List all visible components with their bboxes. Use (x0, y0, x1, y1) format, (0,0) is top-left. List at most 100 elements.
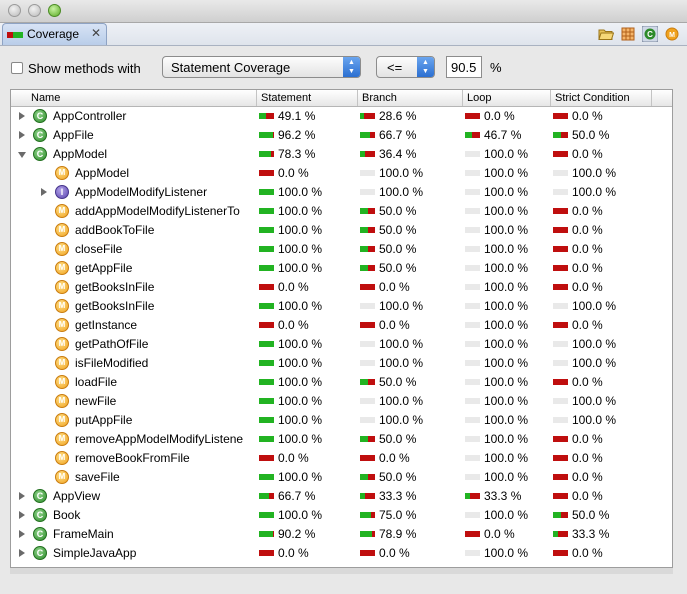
table-row[interactable]: C AppController 49.1 % 28.6 % 0.0 % 0.0 % (11, 107, 672, 126)
table-row[interactable]: MgetAppFile 100.0 % 50.0 % 100.0 % 0.0 % (11, 259, 672, 278)
close-tab-icon[interactable]: ✕ (91, 26, 101, 40)
coverage-bar (259, 455, 274, 461)
coverage-view-tab[interactable]: Coverage ✕ (2, 23, 107, 45)
horizontal-scrollbar[interactable] (10, 568, 673, 574)
metric-select[interactable]: Statement Coverage ▲ ▼ (162, 56, 361, 78)
operator-select[interactable]: <= ▲ ▼ (376, 56, 435, 78)
table-row[interactable]: C AppModel 78.3 % 36.4 % 100.0 % 0.0 % (11, 145, 672, 164)
row-name: getInstance (75, 318, 138, 332)
coverage-bar (553, 493, 568, 499)
coverage-bar (259, 113, 274, 119)
table-row[interactable]: C AppView 66.7 % 33.3 % 33.3 % 0.0 % (11, 487, 672, 506)
threshold-input[interactable]: 90.5 (446, 56, 482, 78)
table-row[interactable]: MloadFile 100.0 % 50.0 % 100.0 % 0.0 % (11, 373, 672, 392)
method-filter-icon[interactable]: M (664, 26, 680, 42)
uncovered-fill (372, 531, 375, 537)
loop-value: 100.0 % (484, 413, 529, 427)
coverage-bar (553, 208, 568, 214)
branch-value: 50.0 % (379, 470, 417, 484)
open-folder-icon[interactable] (598, 26, 614, 42)
expand-triangle-icon[interactable] (19, 131, 25, 139)
show-methods-checkbox[interactable] (11, 62, 23, 74)
table-row[interactable]: C FrameMain 90.2 % 78.9 % 0.0 % 33.3 % (11, 525, 672, 544)
coverage-bar (259, 170, 274, 176)
table-row[interactable]: MremoveAppModelModifyListene 100.0 % 50.0 … (11, 430, 672, 449)
column-header-name[interactable]: Name (11, 90, 257, 106)
table-row[interactable]: C AppFile 96.2 % 66.7 % 46.7 % 50.0 % (11, 126, 672, 145)
uncovered-fill (472, 132, 480, 138)
column-header-branch[interactable]: Branch (358, 90, 463, 106)
strict-condition-value: 100.0 % (572, 166, 617, 180)
statement-value: 90.2 % (278, 527, 316, 541)
statement-cell: 100.0 % (257, 335, 357, 354)
coverage-bar (259, 379, 274, 385)
uncovered-fill (368, 227, 375, 233)
coverage-bar (360, 303, 375, 309)
table-row[interactable]: MsaveFile 100.0 % 50.0 % 100.0 % 0.0 % (11, 468, 672, 487)
covered-fill (259, 493, 269, 499)
statement-value: 100.0 % (278, 356, 323, 370)
table-row[interactable]: MnewFile 100.0 % 100.0 % 100.0 % 100.0 % (11, 392, 672, 411)
coverage-tree-table[interactable]: Name Statement Branch Loop Strict Condit… (10, 89, 673, 568)
column-header-strict-condition[interactable]: Strict Condition (551, 90, 652, 106)
method-icon: M (55, 318, 69, 332)
row-name: saveFile (75, 470, 120, 484)
class-icon: C (33, 109, 47, 123)
table-row[interactable]: MgetBooksInFile 100.0 % 100.0 % 100.0 % 100.… (11, 297, 672, 316)
table-row[interactable]: MputAppFile 100.0 % 100.0 % 100.0 % 100.0 % (11, 411, 672, 430)
uncovered-fill (259, 455, 274, 461)
expand-triangle-icon[interactable] (41, 188, 47, 196)
coverage-bar (465, 227, 480, 233)
table-row[interactable]: C SimpleJavaApp 0.0 % 0.0 % 100.0 % 0.0 % (11, 544, 672, 563)
branch-value: 100.0 % (379, 337, 424, 351)
uncovered-fill (259, 170, 274, 176)
expand-triangle-icon[interactable] (19, 492, 25, 500)
expand-triangle-icon[interactable] (19, 112, 25, 120)
table-row[interactable]: MgetPathOfFile 100.0 % 100.0 % 100.0 % 100.0… (11, 335, 672, 354)
covered-fill (360, 531, 372, 537)
statement-cell: 100.0 % (257, 221, 357, 240)
loop-value: 100.0 % (484, 375, 529, 389)
table-row[interactable]: C Book 100.0 % 75.0 % 100.0 % 50.0 % (11, 506, 672, 525)
minimize-window-button[interactable] (28, 4, 41, 17)
table-row[interactable]: MisFileModified 100.0 % 100.0 % 100.0 % 100.… (11, 354, 672, 373)
loop-cell: 33.3 % (463, 487, 563, 506)
class-filter-icon[interactable]: C (642, 26, 658, 42)
table-row[interactable]: MgetInstance 0.0 % 0.0 % 100.0 % 0.0 % (11, 316, 672, 335)
branch-value: 50.0 % (379, 375, 417, 389)
close-window-button[interactable] (8, 4, 21, 17)
grid-icon[interactable] (620, 26, 636, 42)
statement-cell: 100.0 % (257, 373, 357, 392)
table-row[interactable]: MgetBooksInFile 0.0 % 0.0 % 100.0 % 0.0 % (11, 278, 672, 297)
column-header-loop[interactable]: Loop (463, 90, 551, 106)
covered-fill (465, 132, 472, 138)
table-row[interactable]: MremoveBookFromFile 0.0 % 0.0 % 100.0 % 0.0 … (11, 449, 672, 468)
statement-cell: 0.0 % (257, 316, 357, 335)
table-row[interactable]: M AppModel 0.0 % 100.0 % 100.0 % 100.0 % (11, 164, 672, 183)
table-row[interactable]: MaddAppModelModifyListenerTo 100.0 % 50.0 … (11, 202, 672, 221)
statement-value: 100.0 % (278, 413, 323, 427)
branch-cell: 28.6 % (358, 107, 458, 126)
uncovered-fill (553, 151, 568, 157)
loop-value: 100.0 % (484, 508, 529, 522)
coverage-bar (465, 265, 480, 271)
method-icon: M (55, 375, 69, 389)
coverage-bar (259, 360, 274, 366)
strict-condition-cell: 0.0 % (551, 107, 651, 126)
strict-condition-value: 0.0 % (572, 223, 603, 237)
table-row[interactable]: McloseFile 100.0 % 50.0 % 100.0 % 0.0 % (11, 240, 672, 259)
column-header-statement[interactable]: Statement (257, 90, 358, 106)
statement-value: 100.0 % (278, 299, 323, 313)
table-row[interactable]: MaddBookToFile 100.0 % 50.0 % 100.0 % 0.0 % (11, 221, 672, 240)
collapse-triangle-icon[interactable] (18, 152, 26, 158)
table-row[interactable]: I AppModelModifyListener 100.0 % 100.0 % 100… (11, 183, 672, 202)
expand-triangle-icon[interactable] (19, 511, 25, 519)
branch-value: 100.0 % (379, 166, 424, 180)
loop-value: 100.0 % (484, 394, 529, 408)
expand-triangle-icon[interactable] (19, 530, 25, 538)
zoom-window-button[interactable] (48, 4, 61, 17)
uncovered-fill (266, 113, 274, 119)
strict-condition-cell: 100.0 % (551, 335, 651, 354)
coverage-bar (465, 436, 480, 442)
expand-triangle-icon[interactable] (19, 549, 25, 557)
